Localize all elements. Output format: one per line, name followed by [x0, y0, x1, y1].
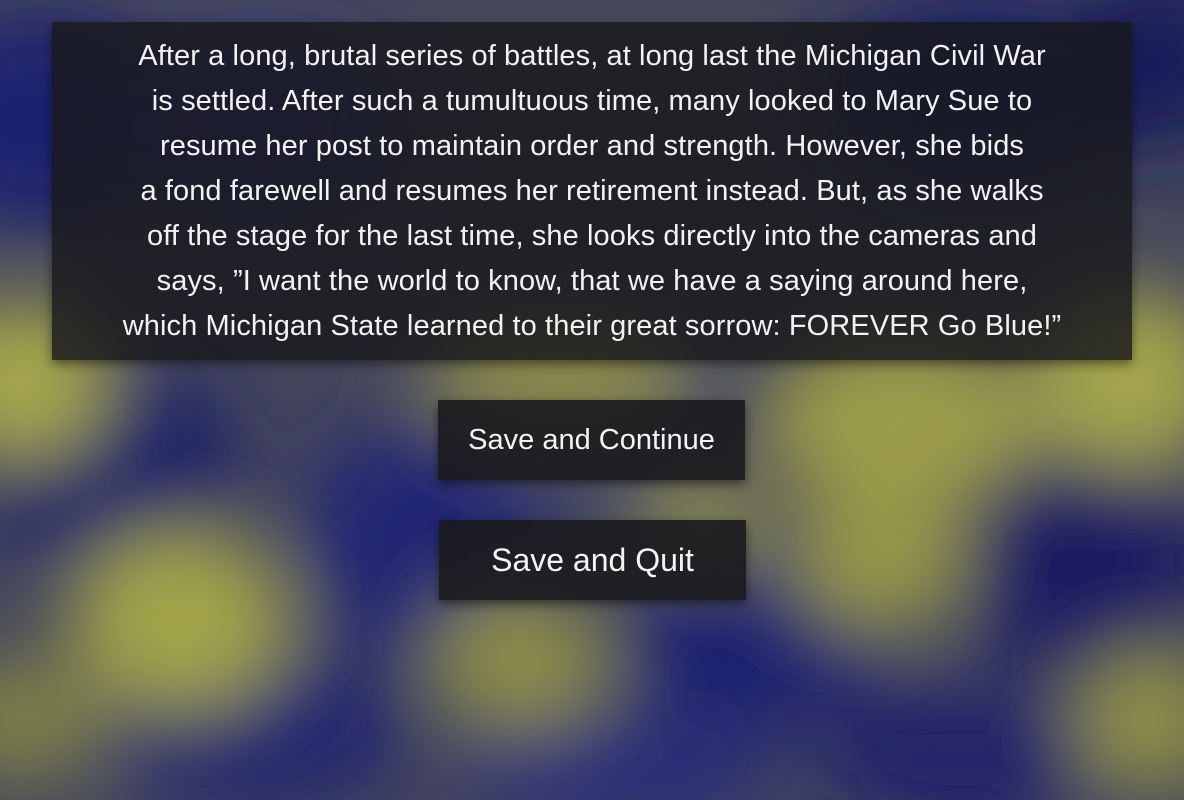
save-and-quit-button[interactable]: Save and Quit: [439, 520, 746, 600]
story-text-panel: After a long, brutal series of battles, …: [52, 22, 1132, 360]
story-text: After a long, brutal series of battles, …: [122, 40, 1062, 342]
save-and-continue-button[interactable]: Save and Continue: [438, 400, 745, 480]
game-screen: After a long, brutal series of battles, …: [0, 0, 1184, 800]
